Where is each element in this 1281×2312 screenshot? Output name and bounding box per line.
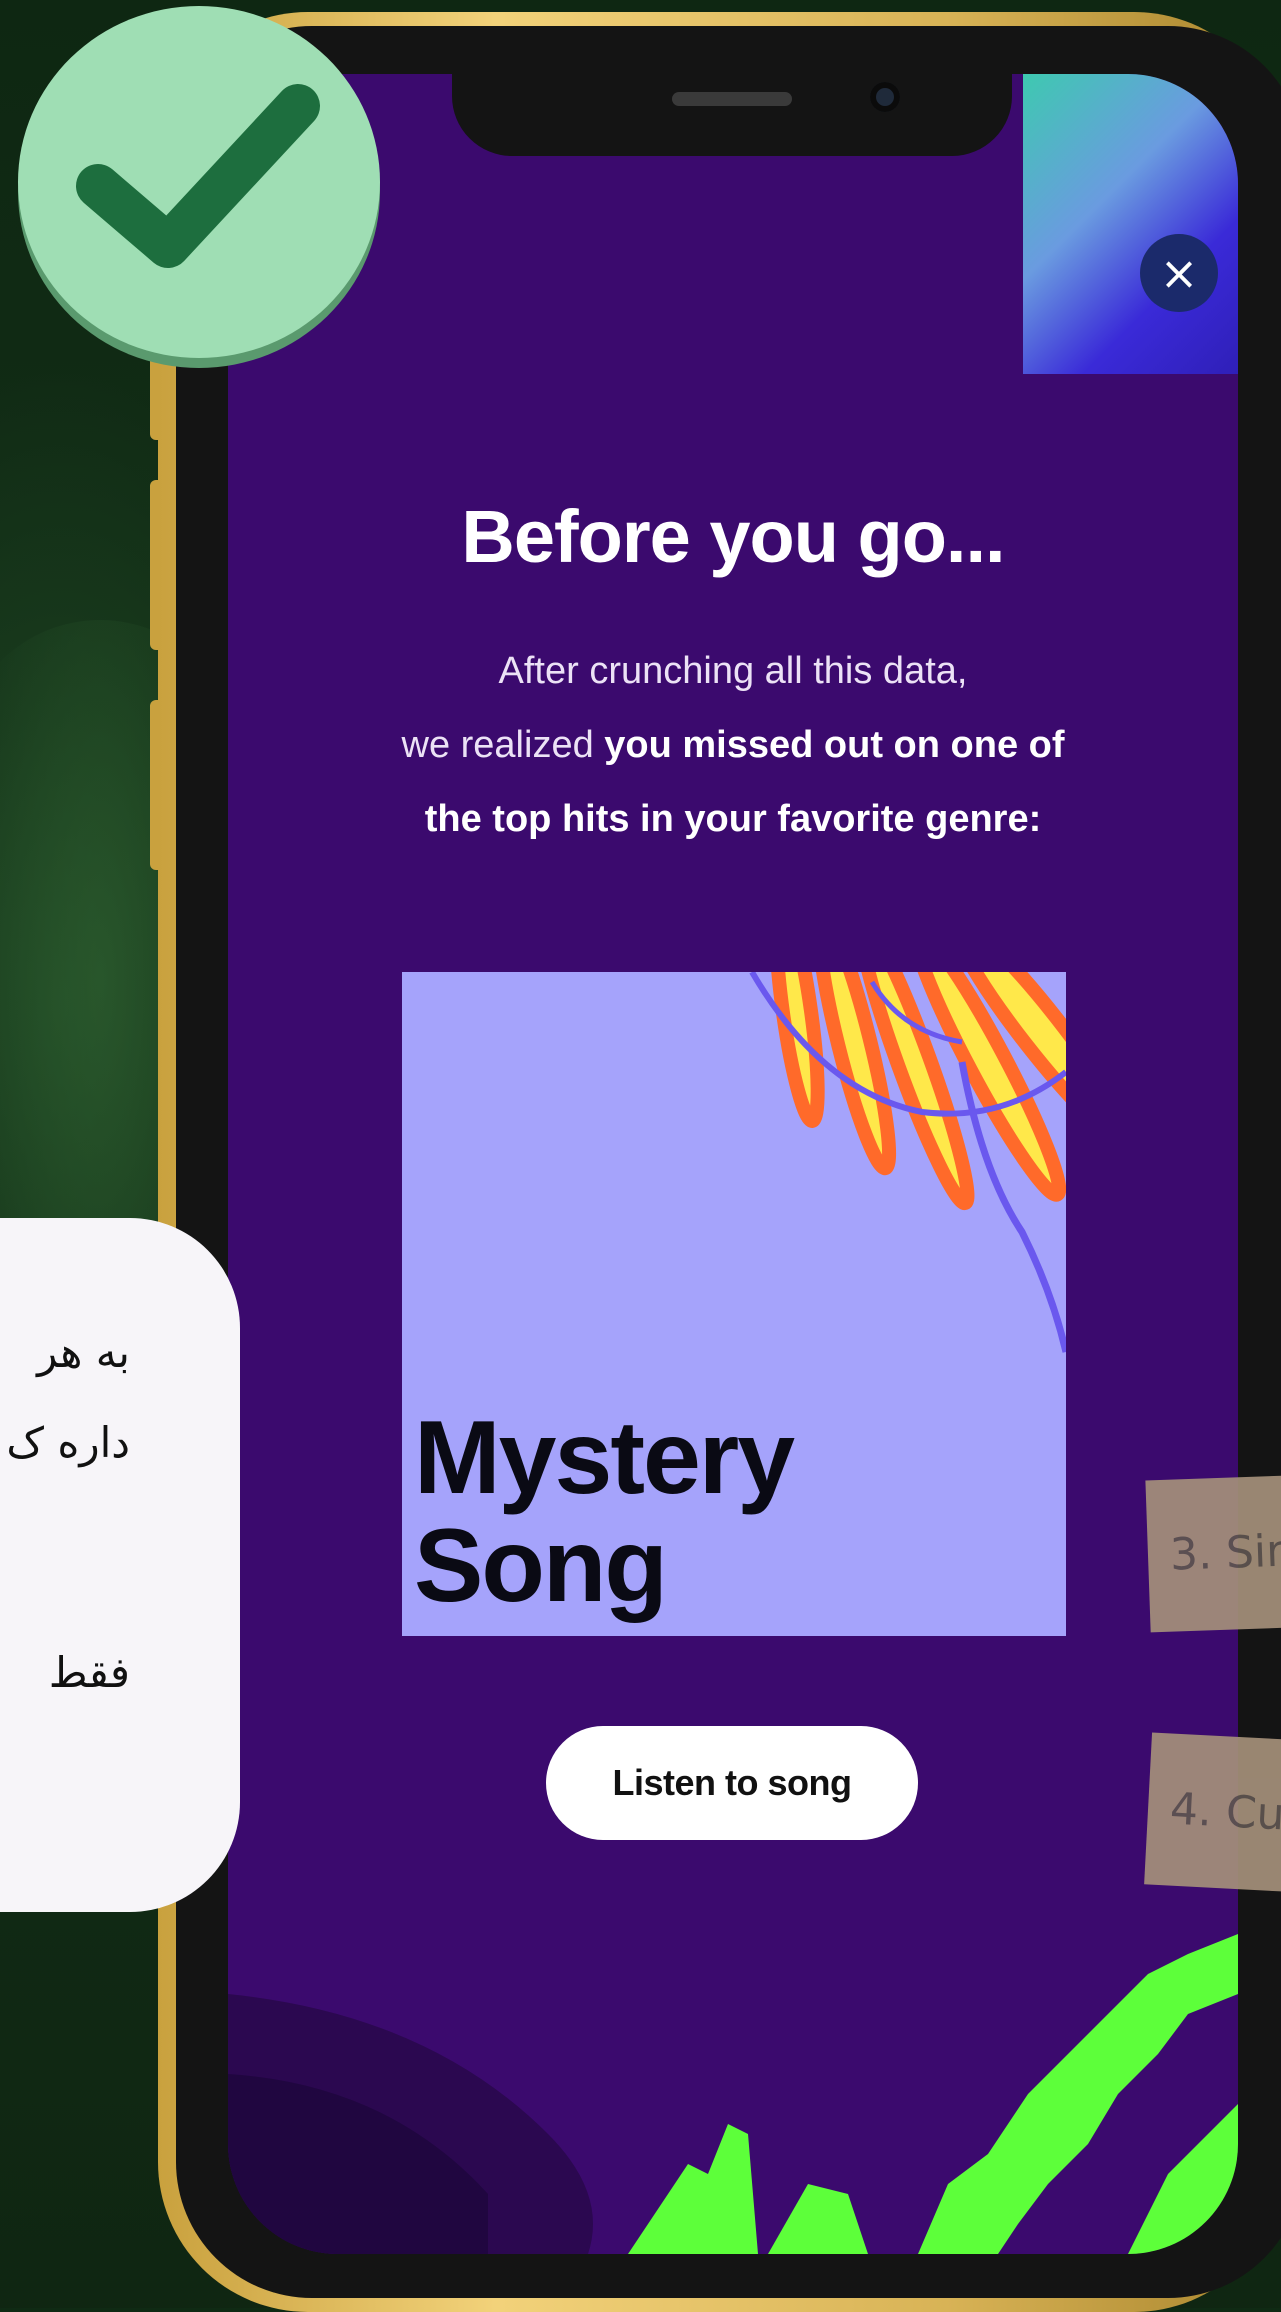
popup-title: Before you go... bbox=[461, 495, 1005, 578]
subtitle-line-3: the top hits in your favorite genre: bbox=[288, 782, 1178, 856]
cover-title-line-2: Song bbox=[414, 1508, 668, 1624]
close-icon[interactable]: × bbox=[1160, 246, 1199, 300]
close-button[interactable]: × bbox=[1140, 234, 1218, 312]
decorative-corner-art bbox=[1023, 74, 1238, 374]
subtitle-line-2-plain: we realized bbox=[401, 724, 605, 766]
popup-subtitle: After crunching all this data, we realiz… bbox=[288, 634, 1178, 856]
subtitle-line-2-bold: you missed out on one of bbox=[604, 724, 1065, 766]
cover-title: Mystery Song bbox=[414, 1400, 795, 1624]
caption-line-3: فقط bbox=[48, 1648, 130, 1697]
check-icon bbox=[76, 84, 320, 268]
listen-to-song-button[interactable]: Listen to song bbox=[546, 1726, 918, 1840]
subtitle-line-1: After crunching all this data, bbox=[498, 650, 968, 692]
sticky-note-4: 4. Cu bbox=[1144, 1732, 1281, 1892]
bottom-decoration bbox=[228, 1934, 1238, 2254]
caption-line-1: به هر bbox=[37, 1328, 130, 1377]
phone-notch bbox=[452, 74, 1012, 156]
caption-line-2: داره ک bbox=[6, 1418, 130, 1467]
phone-camera bbox=[870, 82, 900, 112]
phone-screen: × Before you go... After crunching all t… bbox=[228, 74, 1238, 2254]
side-caption-card: به هر داره ک فقط bbox=[0, 1218, 240, 1912]
mystery-song-cover[interactable]: Mystery Song bbox=[402, 972, 1066, 1636]
success-badge bbox=[18, 6, 380, 358]
sticky-note-3: 3. Sir bbox=[1145, 1475, 1281, 1633]
phone-speaker bbox=[672, 92, 792, 106]
subtitle-line-2: we realized you missed out on one of bbox=[288, 708, 1178, 782]
subtitle-line-3-bold: the top hits in your favorite genre: bbox=[424, 798, 1042, 840]
cover-title-line-1: Mystery bbox=[414, 1400, 795, 1516]
